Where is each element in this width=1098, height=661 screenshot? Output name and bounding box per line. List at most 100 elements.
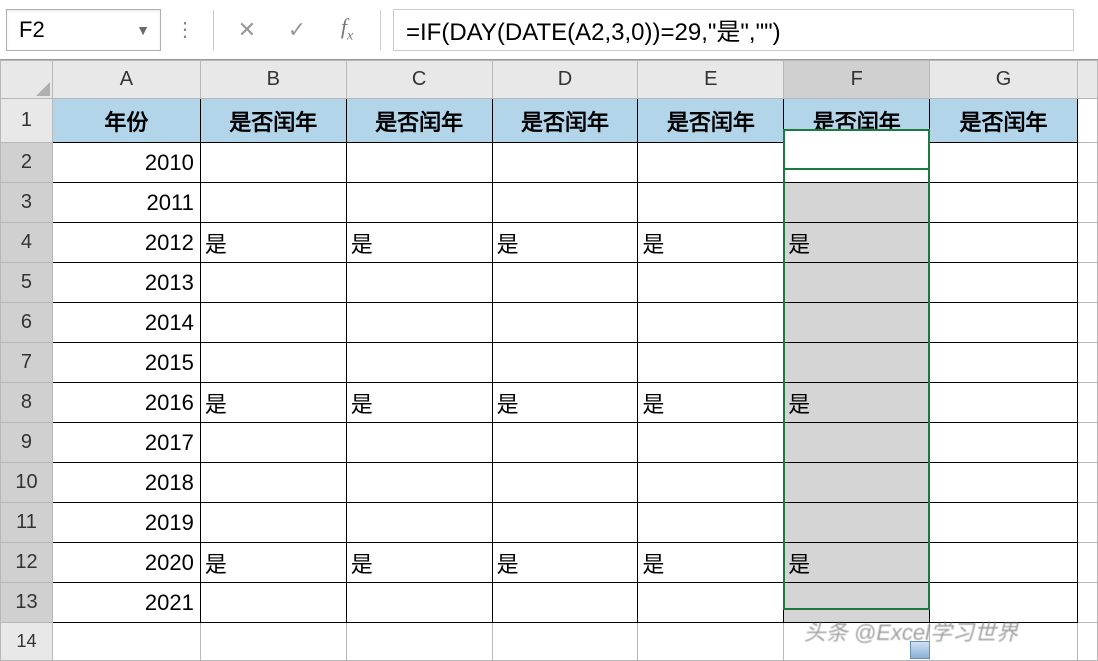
row-header-5[interactable]: 5	[1, 263, 53, 303]
column-header-A[interactable]: A	[52, 61, 200, 99]
cell-F2[interactable]	[784, 143, 930, 183]
cell-D9[interactable]	[492, 423, 638, 463]
cell-extra-3[interactable]	[1077, 183, 1097, 223]
insert-function-button[interactable]: fx	[326, 10, 368, 50]
cell-extra-13[interactable]	[1077, 583, 1097, 623]
cell-B8[interactable]: 是	[200, 383, 346, 423]
cell-D6[interactable]	[492, 303, 638, 343]
cell-extra-2[interactable]	[1077, 143, 1097, 183]
cell-A14[interactable]	[52, 623, 200, 661]
cell-E12[interactable]: 是	[638, 543, 784, 583]
cell-B2[interactable]	[200, 143, 346, 183]
formula-input[interactable]: =IF(DAY(DATE(A2,3,0))=29,"是","")	[393, 9, 1074, 51]
column-header-F[interactable]: F	[784, 61, 930, 99]
column-header-E[interactable]: E	[638, 61, 784, 99]
cell-B14[interactable]	[200, 623, 346, 661]
row-header-11[interactable]: 11	[1, 503, 53, 543]
cell-E11[interactable]	[638, 503, 784, 543]
autofill-options-icon[interactable]	[910, 641, 930, 659]
cell-extra-14[interactable]	[1077, 623, 1097, 661]
cell-G10[interactable]	[930, 463, 1078, 503]
cell-C12[interactable]: 是	[346, 543, 492, 583]
cell-F6[interactable]	[784, 303, 930, 343]
cell-G1[interactable]: 是否闰年	[930, 99, 1078, 143]
cell-extra-7[interactable]	[1077, 343, 1097, 383]
cell-A4[interactable]: 2012	[52, 223, 200, 263]
cell-F8[interactable]: 是	[784, 383, 930, 423]
row-header-14[interactable]: 14	[1, 623, 53, 661]
row-header-13[interactable]: 13	[1, 583, 53, 623]
cell-D3[interactable]	[492, 183, 638, 223]
confirm-button[interactable]: ✓	[276, 10, 318, 50]
cell-A10[interactable]: 2018	[52, 463, 200, 503]
row-header-2[interactable]: 2	[1, 143, 53, 183]
formula-bar-menu-icon[interactable]: ⋮	[169, 24, 201, 36]
cell-D5[interactable]	[492, 263, 638, 303]
cell-C2[interactable]	[346, 143, 492, 183]
cell-E6[interactable]	[638, 303, 784, 343]
row-header-8[interactable]: 8	[1, 383, 53, 423]
cell-G7[interactable]	[930, 343, 1078, 383]
cell-A7[interactable]: 2015	[52, 343, 200, 383]
spreadsheet-grid[interactable]: ABCDEFG 1年份是否闰年是否闰年是否闰年是否闰年是否闰年是否闰年22010…	[0, 60, 1098, 661]
cell-E3[interactable]	[638, 183, 784, 223]
cell-B3[interactable]	[200, 183, 346, 223]
cell-B12[interactable]: 是	[200, 543, 346, 583]
cell-B1[interactable]: 是否闰年	[200, 99, 346, 143]
cell-A9[interactable]: 2017	[52, 423, 200, 463]
cell-E4[interactable]: 是	[638, 223, 784, 263]
cell-E9[interactable]	[638, 423, 784, 463]
cell-C10[interactable]	[346, 463, 492, 503]
cell-F4[interactable]: 是	[784, 223, 930, 263]
cell-G3[interactable]	[930, 183, 1078, 223]
cell-B9[interactable]	[200, 423, 346, 463]
cell-C14[interactable]	[346, 623, 492, 661]
cell-A6[interactable]: 2014	[52, 303, 200, 343]
cell-D8[interactable]: 是	[492, 383, 638, 423]
row-header-9[interactable]: 9	[1, 423, 53, 463]
cell-D4[interactable]: 是	[492, 223, 638, 263]
cell-F5[interactable]	[784, 263, 930, 303]
cell-G5[interactable]	[930, 263, 1078, 303]
cell-extra-12[interactable]	[1077, 543, 1097, 583]
cell-C5[interactable]	[346, 263, 492, 303]
cell-B11[interactable]	[200, 503, 346, 543]
cell-E7[interactable]	[638, 343, 784, 383]
row-header-6[interactable]: 6	[1, 303, 53, 343]
cell-B6[interactable]	[200, 303, 346, 343]
cell-A2[interactable]: 2010	[52, 143, 200, 183]
cell-extra-5[interactable]	[1077, 263, 1097, 303]
cell-B10[interactable]	[200, 463, 346, 503]
row-header-12[interactable]: 12	[1, 543, 53, 583]
row-header-10[interactable]: 10	[1, 463, 53, 503]
cell-A3[interactable]: 2011	[52, 183, 200, 223]
cell-E14[interactable]	[638, 623, 784, 661]
cell-extra-4[interactable]	[1077, 223, 1097, 263]
cell-E8[interactable]: 是	[638, 383, 784, 423]
cell-C9[interactable]	[346, 423, 492, 463]
column-header-C[interactable]: C	[346, 61, 492, 99]
cell-G11[interactable]	[930, 503, 1078, 543]
cell-C7[interactable]	[346, 343, 492, 383]
cell-G6[interactable]	[930, 303, 1078, 343]
cell-G12[interactable]	[930, 543, 1078, 583]
cell-D1[interactable]: 是否闰年	[492, 99, 638, 143]
cell-C13[interactable]	[346, 583, 492, 623]
cell-A12[interactable]: 2020	[52, 543, 200, 583]
cell-C8[interactable]: 是	[346, 383, 492, 423]
cell-G2[interactable]	[930, 143, 1078, 183]
cell-F10[interactable]	[784, 463, 930, 503]
cell-D13[interactable]	[492, 583, 638, 623]
cell-A1[interactable]: 年份	[52, 99, 200, 143]
cell-B4[interactable]: 是	[200, 223, 346, 263]
cell-E2[interactable]	[638, 143, 784, 183]
cell-F7[interactable]	[784, 343, 930, 383]
cell-D7[interactable]	[492, 343, 638, 383]
cell-C4[interactable]: 是	[346, 223, 492, 263]
cell-G4[interactable]	[930, 223, 1078, 263]
cell-D14[interactable]	[492, 623, 638, 661]
cell-C1[interactable]: 是否闰年	[346, 99, 492, 143]
select-all-corner[interactable]	[1, 61, 53, 99]
cell-E10[interactable]	[638, 463, 784, 503]
cell-F12[interactable]: 是	[784, 543, 930, 583]
